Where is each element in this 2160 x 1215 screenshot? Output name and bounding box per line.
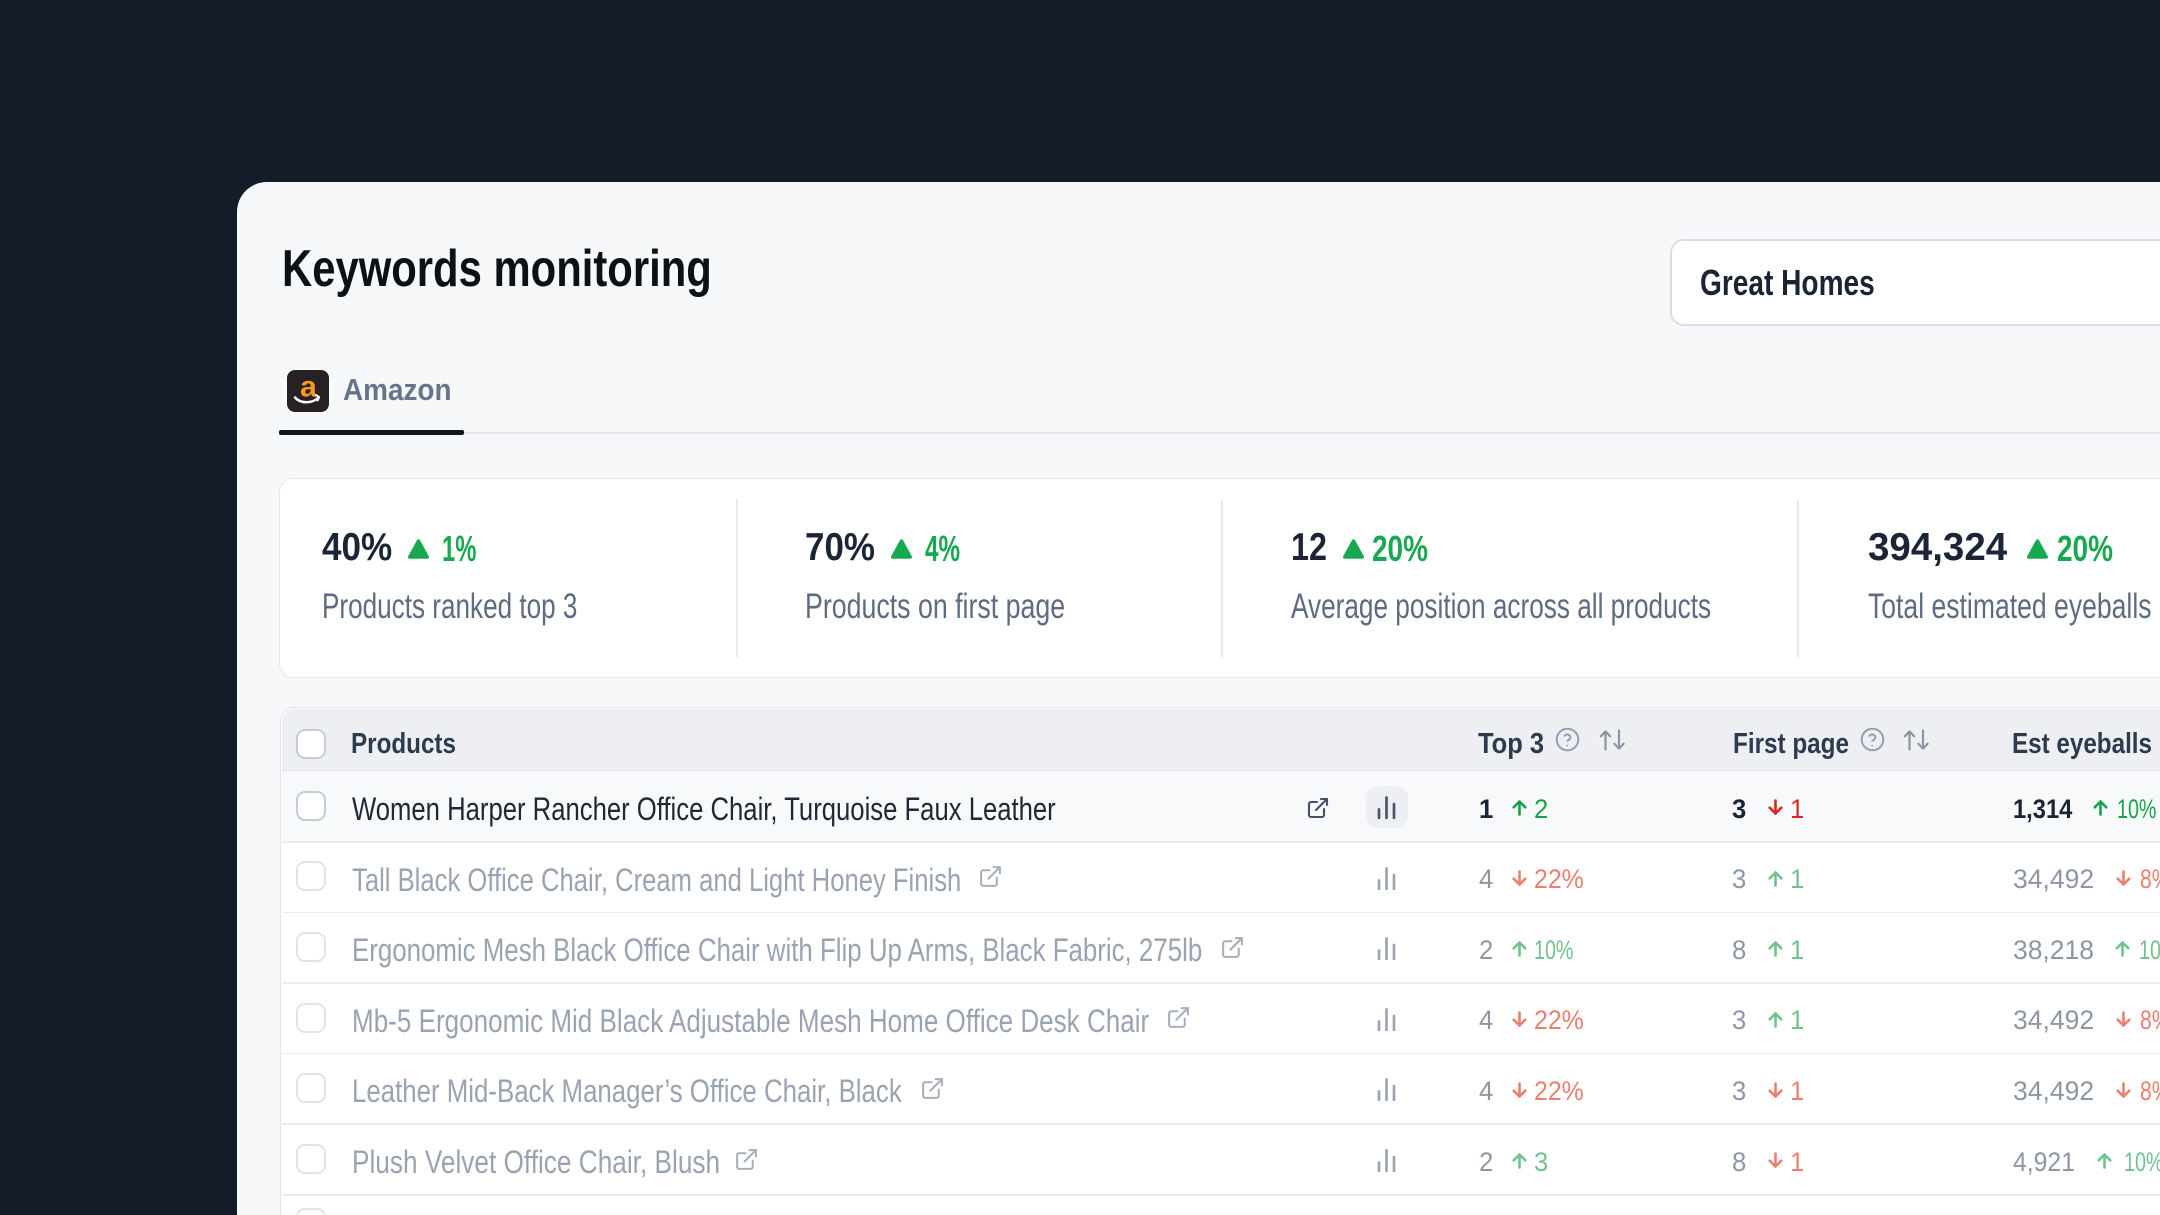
svg-text:a: a [300, 371, 317, 404]
